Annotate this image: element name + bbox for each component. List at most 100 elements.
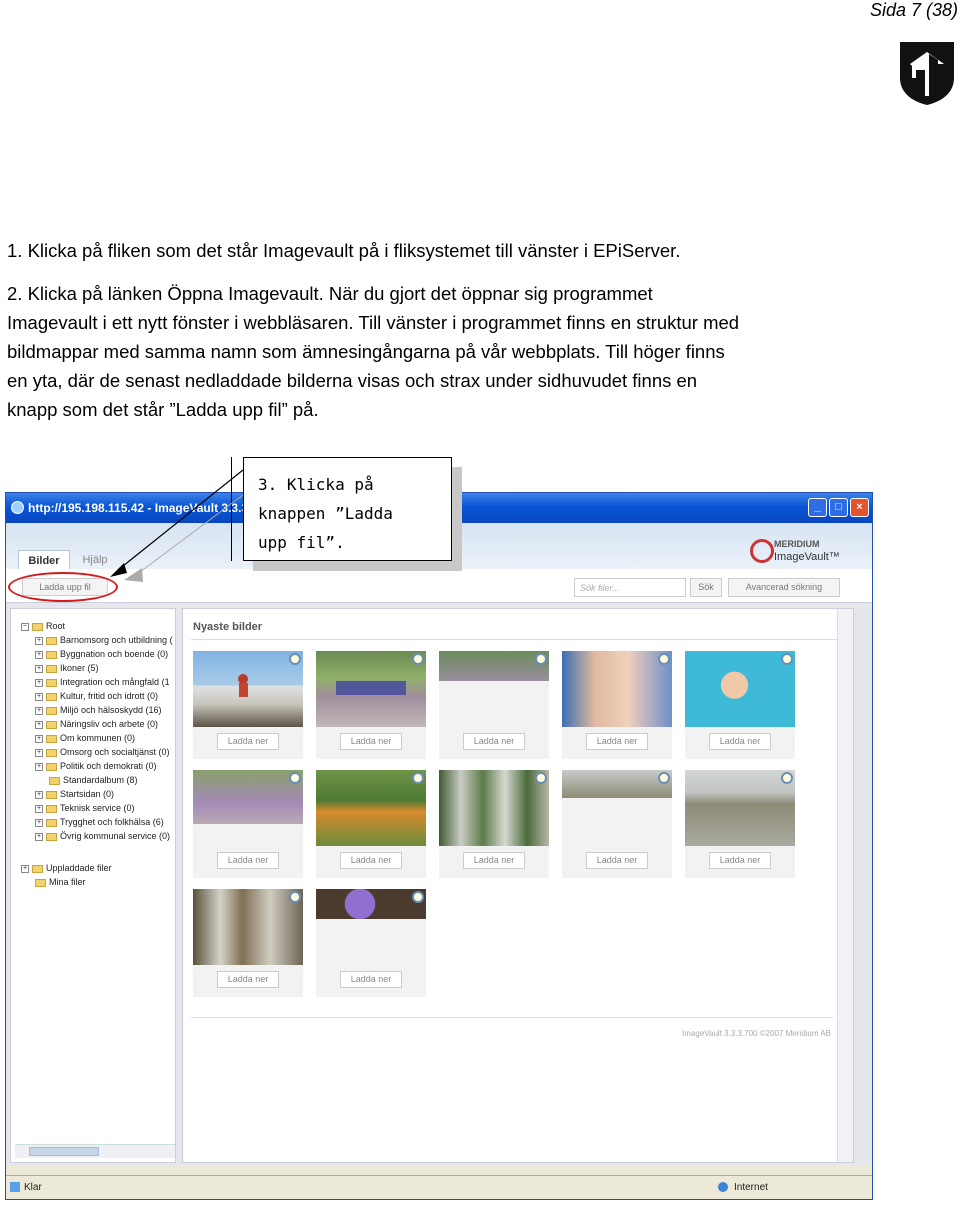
municipality-crest-logo	[900, 42, 954, 105]
tree-label: Barnomsorg och utbildning (	[60, 635, 173, 645]
download-button[interactable]: Ladda ner	[340, 971, 402, 988]
tree-folder[interactable]: + Ikoner (5)	[35, 661, 99, 675]
instruction-line: en yta, där de senast nedladdade bildern…	[7, 370, 698, 391]
download-button[interactable]: Ladda ner	[217, 971, 279, 988]
expand-icon[interactable]: +	[35, 720, 43, 729]
download-button[interactable]: Ladda ner	[340, 733, 402, 750]
expand-icon[interactable]: +	[35, 762, 43, 771]
tree-my-files[interactable]: Mina filer	[35, 875, 86, 889]
download-button[interactable]: Ladda ner	[709, 852, 771, 869]
tree-folder[interactable]: + Näringsliv och arbete (0)	[35, 717, 158, 731]
maximize-icon[interactable]: □	[829, 498, 848, 517]
download-button[interactable]: Ladda ner	[463, 852, 525, 869]
advanced-search-button[interactable]: Avancerad sökning	[728, 578, 840, 597]
expand-icon[interactable]: +	[35, 804, 43, 813]
tree-folder[interactable]: + Kultur, fritid och idrott (0)	[35, 689, 158, 703]
status-bar: Klar Internet	[6, 1175, 872, 1199]
download-button[interactable]: Ladda ner	[586, 733, 648, 750]
zoom-icon[interactable]	[412, 891, 424, 903]
folder-icon	[46, 692, 57, 701]
download-button[interactable]: Ladda ner	[340, 852, 402, 869]
scrollbar-thumb[interactable]	[29, 1147, 99, 1156]
expand-icon[interactable]: +	[35, 650, 43, 659]
status-text: Klar	[24, 1182, 42, 1193]
expand-icon[interactable]: +	[35, 818, 43, 827]
expand-icon[interactable]: +	[35, 790, 43, 799]
download-button[interactable]: Ladda ner	[463, 733, 525, 750]
folder-icon	[46, 832, 57, 841]
zoom-icon[interactable]	[535, 772, 547, 784]
tree-root[interactable]: − Root	[21, 619, 65, 633]
image-card: Ladda ner	[193, 651, 303, 759]
tree-folder[interactable]: + Byggnation och boende (0)	[35, 647, 168, 661]
expand-icon[interactable]: +	[35, 692, 43, 701]
tree-folder[interactable]: + Barnomsorg och utbildning (	[35, 633, 173, 647]
thumbnail-image[interactable]	[685, 770, 795, 846]
tree-folder[interactable]: Standardalbum (8)	[49, 773, 138, 787]
download-button[interactable]: Ladda ner	[217, 852, 279, 869]
tree-folder[interactable]: + Omsorg och socialtjänst (0)	[35, 745, 170, 759]
zoom-icon[interactable]	[412, 772, 424, 784]
tree-folder[interactable]: + Trygghet och folkhälsa (6)	[35, 815, 164, 829]
image-card: Ladda ner	[193, 770, 303, 878]
tree-folder[interactable]: + Startsidan (0)	[35, 787, 114, 801]
tree-horizontal-scrollbar[interactable]	[15, 1144, 175, 1158]
folder-icon	[35, 878, 46, 887]
expand-icon[interactable]: +	[35, 832, 43, 841]
tree-folder[interactable]: + Övrig kommunal service (0)	[35, 829, 170, 843]
search-button[interactable]: Sök	[690, 578, 722, 597]
vertical-scrollbar[interactable]	[837, 609, 853, 1162]
tree-folder[interactable]: + Teknisk service (0)	[35, 801, 135, 815]
zoom-icon[interactable]	[289, 653, 301, 665]
tree-uploaded-files[interactable]: + Uppladdade filer	[21, 861, 112, 875]
thumbnail-image[interactable]	[193, 651, 303, 727]
collapse-icon[interactable]: −	[21, 622, 29, 631]
zoom-icon[interactable]	[535, 653, 547, 665]
download-button[interactable]: Ladda ner	[217, 733, 279, 750]
close-icon[interactable]: ×	[850, 498, 869, 517]
tree-label: Startsidan (0)	[60, 789, 115, 799]
download-button[interactable]: Ladda ner	[709, 733, 771, 750]
zoom-icon[interactable]	[289, 891, 301, 903]
zoom-icon[interactable]	[658, 772, 670, 784]
expand-icon[interactable]: +	[35, 706, 43, 715]
thumbnail-image[interactable]	[685, 651, 795, 727]
thumbnail-image[interactable]	[193, 889, 303, 965]
thumbnail-image[interactable]	[193, 770, 303, 824]
tree-folder[interactable]: + Integration och mångfald (1	[35, 675, 170, 689]
thumbnail-image[interactable]	[562, 651, 672, 727]
thumbnail-image[interactable]	[316, 889, 426, 919]
instruction-step-2: 2. Klicka på länken Öppna Imagevault. Nä…	[7, 279, 739, 424]
zoom-icon[interactable]	[781, 653, 793, 665]
expand-icon[interactable]: +	[35, 678, 43, 687]
thumbnail-image[interactable]	[316, 651, 426, 727]
zoom-icon[interactable]	[781, 772, 793, 784]
logo-line-1: MERIDIUM	[774, 539, 820, 549]
zoom-icon[interactable]	[289, 772, 301, 784]
expand-icon[interactable]: +	[35, 734, 43, 743]
expand-icon[interactable]: +	[21, 864, 29, 873]
tree-label: Omsorg och socialtjänst (0)	[60, 747, 170, 757]
folder-icon	[46, 804, 57, 813]
download-button[interactable]: Ladda ner	[586, 852, 648, 869]
tree-folder[interactable]: + Om kommunen (0)	[35, 731, 135, 745]
tree-label: Integration och mångfald (1	[60, 677, 170, 687]
ie-icon	[11, 501, 24, 514]
thumbnail-image[interactable]	[439, 770, 549, 846]
search-input[interactable]: Sök filer...	[574, 578, 686, 597]
zoom-icon[interactable]	[412, 653, 424, 665]
thumbnail-image[interactable]	[316, 770, 426, 846]
image-card: Ladda ner	[439, 651, 549, 759]
folder-icon	[46, 636, 57, 645]
thumbnail-image[interactable]	[439, 651, 549, 681]
expand-icon[interactable]: +	[35, 748, 43, 757]
tree-folder[interactable]: + Politik och demokrati (0)	[35, 759, 157, 773]
thumbnail-image[interactable]	[562, 770, 672, 798]
zoom-icon[interactable]	[658, 653, 670, 665]
tree-label: Standardalbum (8)	[63, 775, 138, 785]
expand-icon[interactable]: +	[35, 636, 43, 645]
expand-icon[interactable]: +	[35, 664, 43, 673]
minimize-icon[interactable]: _	[808, 498, 827, 517]
tree-folder[interactable]: + Miljö och hälsoskydd (16)	[35, 703, 162, 717]
tree-label: Trygghet och folkhälsa (6)	[60, 817, 164, 827]
